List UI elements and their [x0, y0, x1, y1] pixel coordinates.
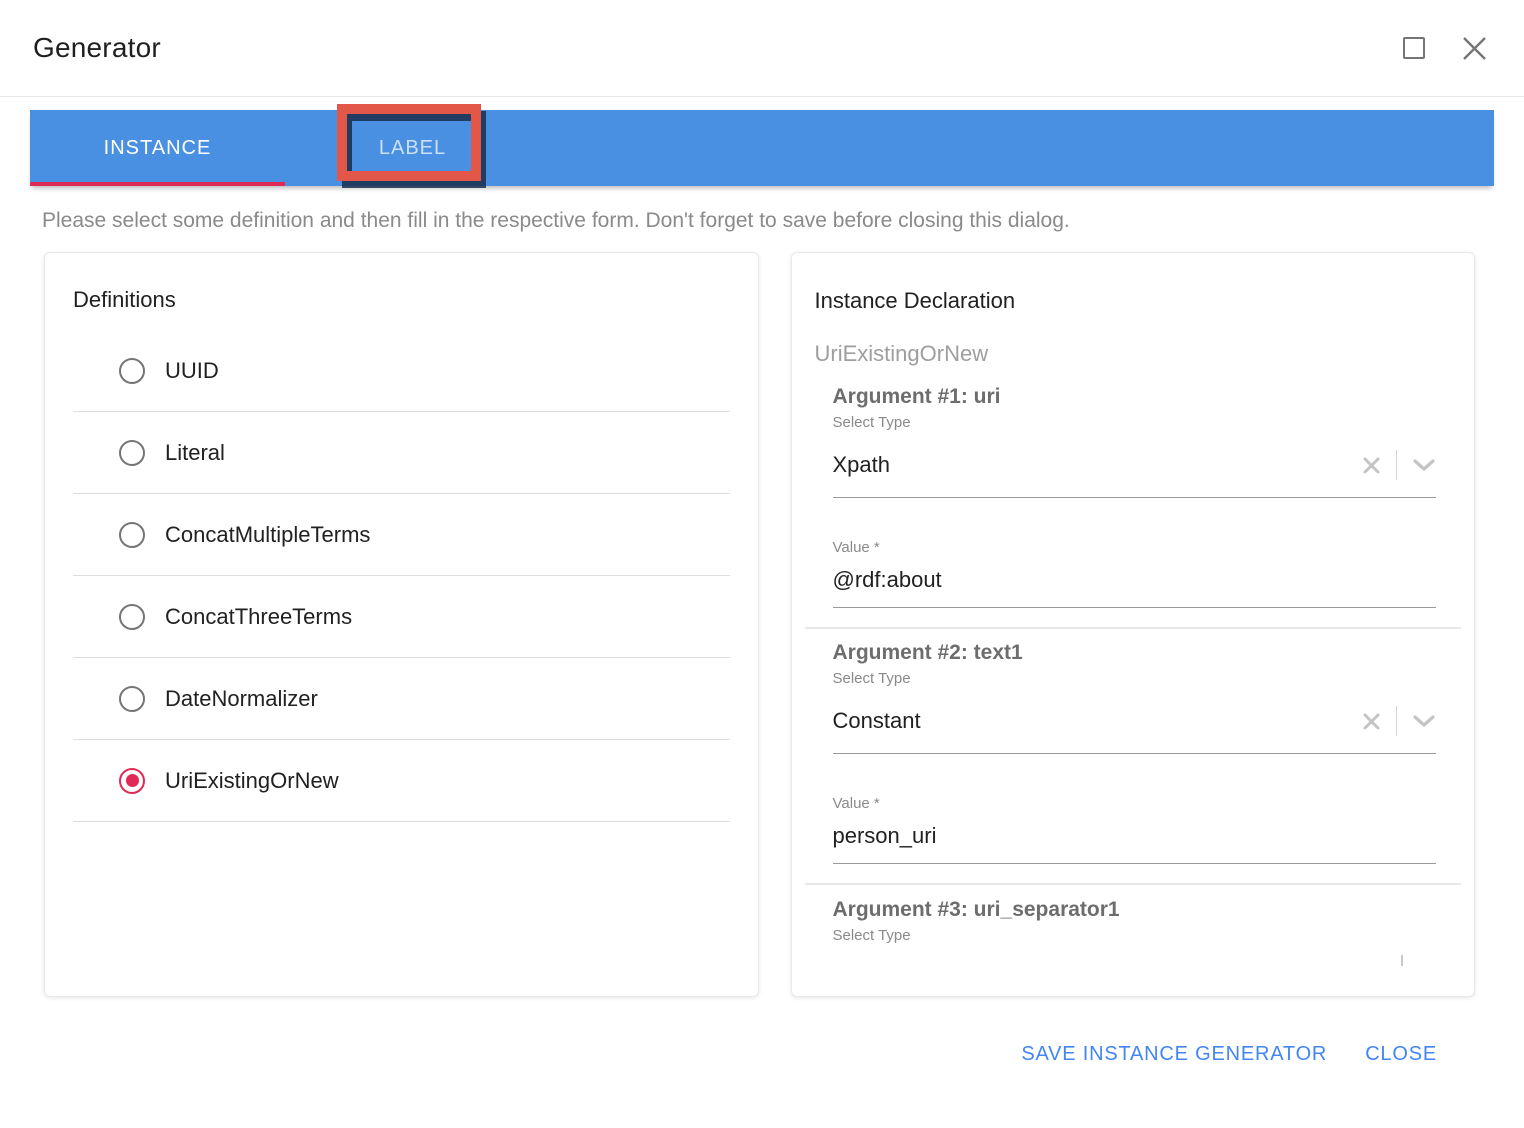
- radio-selected-icon[interactable]: [119, 768, 145, 794]
- type-select[interactable]: Constant: [833, 706, 1437, 754]
- close-icon: [1461, 35, 1488, 62]
- tab-bar: INSTANCE LABEL: [30, 110, 1494, 186]
- argument-section-3: Argument #3: uri_separator1 Select Type: [833, 898, 1437, 944]
- value-label: Value *: [833, 795, 1437, 812]
- definition-option-label: DateNormalizer: [165, 686, 318, 712]
- select-icons: [1362, 450, 1436, 480]
- dialog-title: Generator: [33, 32, 161, 64]
- definition-option-literal[interactable]: Literal: [73, 412, 730, 494]
- definitions-card: Definitions UUID Literal ConcatMultipleT…: [44, 252, 759, 997]
- footer-close-button[interactable]: CLOSE: [1365, 1043, 1437, 1066]
- select-divider: [1396, 450, 1397, 480]
- definition-option-label: UUID: [165, 358, 219, 384]
- tab-instance[interactable]: INSTANCE: [30, 110, 285, 186]
- definition-option-concatmultipleterms[interactable]: ConcatMultipleTerms: [73, 494, 730, 576]
- clear-x-icon: [1362, 456, 1381, 475]
- dropdown-button[interactable]: [1412, 714, 1436, 728]
- generator-name: UriExistingOrNew: [815, 341, 1462, 367]
- select-divider-partial: [1401, 955, 1403, 966]
- argument-title: Argument #3: uri_separator1: [833, 898, 1437, 922]
- definition-option-datenormalizer[interactable]: DateNormalizer: [73, 658, 730, 740]
- value-input[interactable]: @rdf:about: [833, 567, 1437, 608]
- radio-icon[interactable]: [119, 358, 145, 384]
- radio-icon[interactable]: [119, 522, 145, 548]
- select-type-label: Select Type: [833, 670, 1437, 687]
- section-divider: [805, 883, 1462, 885]
- select-icons: [1362, 706, 1436, 736]
- type-select-value: Constant: [833, 708, 921, 734]
- select-type-label: Select Type: [833, 927, 1437, 944]
- close-button[interactable]: [1461, 35, 1488, 62]
- definition-option-uuid[interactable]: UUID: [73, 330, 730, 412]
- tab-label[interactable]: LABEL: [285, 110, 540, 186]
- dialog-header: Generator: [0, 0, 1524, 97]
- maximize-icon: [1403, 37, 1425, 59]
- definition-option-uriexistingornew[interactable]: UriExistingOrNew: [73, 740, 730, 822]
- section-divider: [805, 627, 1462, 629]
- maximize-button[interactable]: [1403, 37, 1425, 59]
- definition-option-concatthreeterms[interactable]: ConcatThreeTerms: [73, 576, 730, 658]
- select-divider: [1396, 706, 1397, 736]
- definition-option-label: UriExistingOrNew: [165, 768, 339, 794]
- dropdown-button[interactable]: [1412, 458, 1436, 472]
- dialog-body: Definitions UUID Literal ConcatMultipleT…: [44, 252, 1475, 997]
- generator-dialog: Generator INSTANCE LABEL Please select s…: [0, 0, 1524, 1128]
- type-select[interactable]: Xpath: [833, 450, 1437, 498]
- radio-icon[interactable]: [119, 440, 145, 466]
- declaration-title: Instance Declaration: [815, 288, 1462, 314]
- chevron-down-icon: [1412, 458, 1436, 472]
- save-instance-generator-button[interactable]: SAVE INSTANCE GENERATOR: [1021, 1043, 1327, 1066]
- definitions-title: Definitions: [73, 287, 730, 313]
- definition-option-label: ConcatThreeTerms: [165, 604, 352, 630]
- active-tab-indicator: [30, 182, 285, 186]
- argument-section-2: Argument #2: text1 Select Type Constant: [833, 641, 1437, 864]
- type-select-value: Xpath: [833, 452, 891, 478]
- value-label: Value *: [833, 539, 1437, 556]
- argument-section-1: Argument #1: uri Select Type Xpath: [833, 385, 1437, 608]
- instance-declaration-card: Instance Declaration UriExistingOrNew Ar…: [791, 252, 1476, 997]
- value-input[interactable]: person_uri: [833, 823, 1437, 864]
- radio-icon[interactable]: [119, 686, 145, 712]
- header-actions: [1403, 35, 1488, 62]
- instruction-text: Please select some definition and then f…: [42, 209, 1484, 233]
- radio-icon[interactable]: [119, 604, 145, 630]
- chevron-down-icon: [1412, 714, 1436, 728]
- definition-option-label: ConcatMultipleTerms: [165, 522, 370, 548]
- argument-title: Argument #2: text1: [833, 641, 1437, 665]
- clear-button[interactable]: [1362, 712, 1381, 731]
- definition-option-label: Literal: [165, 440, 225, 466]
- clear-x-icon: [1362, 712, 1381, 731]
- select-type-label: Select Type: [833, 414, 1437, 431]
- clear-button[interactable]: [1362, 456, 1381, 475]
- dialog-footer: SAVE INSTANCE GENERATOR CLOSE: [0, 1043, 1524, 1066]
- argument-title: Argument #1: uri: [833, 385, 1437, 409]
